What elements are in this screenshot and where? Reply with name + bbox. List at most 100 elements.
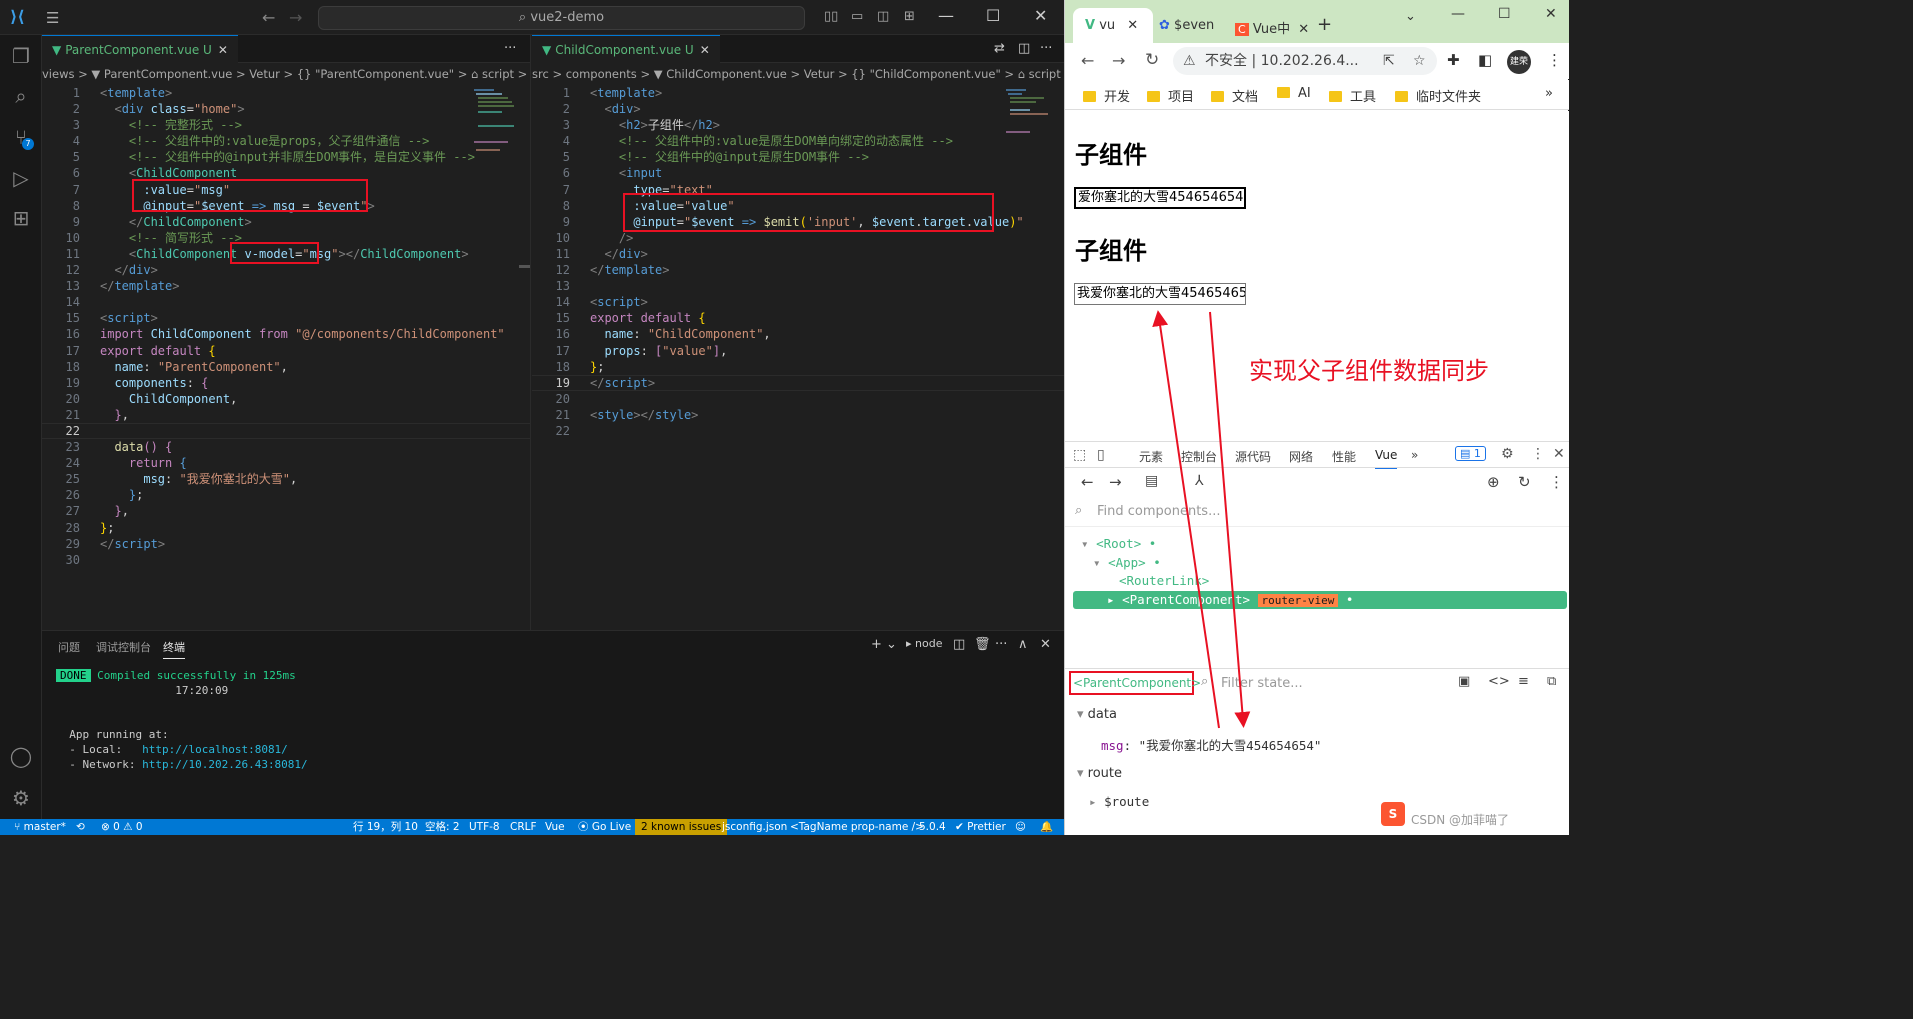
bookmark-folder[interactable]: 工具 [1329, 86, 1376, 105]
close-tab-icon[interactable]: ✕ [1298, 22, 1309, 37]
bookmark-folder[interactable]: AI [1277, 86, 1311, 101]
more-actions-icon[interactable]: ··· [995, 637, 1007, 652]
browser-tab-csdn[interactable]: C Vue中 ✕ [1233, 8, 1313, 43]
tab-debug-console[interactable]: 调试控制台 [96, 639, 151, 655]
code-line[interactable]: 19 components: { [42, 375, 530, 391]
code-line[interactable]: 22 [532, 423, 1064, 439]
forward-arrow-icon[interactable]: → [289, 8, 302, 27]
tab-problems[interactable]: 问题 [58, 639, 80, 655]
code-line[interactable]: 24 return { [42, 455, 530, 471]
new-tab-button[interactable]: + [1317, 14, 1332, 35]
code-line[interactable]: 15 export default { [532, 310, 1064, 326]
tab-console[interactable]: 控制台 [1181, 448, 1217, 465]
code-line[interactable]: 23 data() { [42, 439, 530, 455]
code-line[interactable]: 16 name: "ChildComponent", [532, 326, 1064, 342]
more-bookmarks-icon[interactable]: » [1545, 86, 1553, 101]
language-status[interactable]: Vue [545, 819, 565, 835]
code-line[interactable]: 12 </template> [532, 262, 1064, 278]
more-options-icon[interactable]: ⋮ [1549, 473, 1564, 491]
cursor-position[interactable]: 行 19，列 10 [353, 819, 418, 835]
browser-tab-event[interactable]: ✿ $even [1157, 8, 1231, 43]
bookmark-star-icon[interactable]: ☆ [1413, 47, 1426, 75]
tree-node-parent-selected[interactable]: ▸ <ParentComponent> router-view • [1073, 591, 1567, 609]
minimap[interactable] [470, 85, 518, 205]
extensions-icon[interactable]: ⊞ [8, 205, 34, 231]
code-icon[interactable]: <> [1488, 674, 1510, 689]
minimize-icon[interactable]: — [938, 6, 954, 25]
close-window-icon[interactable]: ✕ [1034, 6, 1047, 25]
refresh-icon[interactable]: ↻ [1518, 473, 1531, 491]
code-line[interactable]: 30 [42, 552, 530, 568]
forward-arrow-icon[interactable]: → [1112, 51, 1125, 70]
chrome-menu-icon[interactable]: ⋮ [1547, 51, 1562, 69]
code-line[interactable]: 3 <h2>子组件</h2> [532, 117, 1064, 133]
target-icon[interactable]: ⊕ [1487, 473, 1500, 491]
run-debug-icon[interactable]: ▷ [8, 165, 34, 191]
network-url-link[interactable]: http://10.202.26.43:8081/ [142, 758, 308, 771]
close-tab-icon[interactable]: ✕ [1127, 18, 1138, 33]
messages-badge[interactable]: ▤ 1 [1455, 446, 1486, 461]
code-line[interactable]: 1 <template> [42, 85, 530, 101]
close-panel-icon[interactable]: ✕ [1040, 637, 1051, 652]
address-bar[interactable]: ⚠ 不安全 | 10.202.26.4... ⇱ ☆ [1173, 47, 1437, 75]
device-toolbar-icon[interactable]: ▯ [1097, 447, 1105, 463]
profile-avatar[interactable]: 建荣 [1507, 50, 1531, 74]
maximize-icon[interactable]: ☐ [986, 6, 1000, 25]
editor-child-component[interactable]: ▼ ChildComponent.vue U ✕ ⇄ ◫ ··· src > com… [532, 35, 1064, 630]
close-devtools-icon[interactable]: ✕ [1553, 446, 1565, 462]
code-line[interactable]: 16 import ChildComponent from "@/componen… [42, 326, 530, 342]
child-text-input[interactable]: 我爱你塞北的大雪45465465 [1074, 283, 1246, 305]
code-line[interactable]: 4 <!-- 父组件中的:value是原生DOM单向绑定的动态属性 --> [532, 133, 1064, 149]
tagname-status[interactable]: <TagName prop-name /> [790, 819, 924, 835]
code-line[interactable]: 2 <div class="home"> [42, 101, 530, 117]
code-area[interactable]: 1 <template> 2 <div> 3 <h2>子组件</h2> 4 <!-- 父… [532, 85, 1064, 439]
eol-status[interactable]: CRLF [510, 819, 537, 835]
open-in-editor-icon[interactable]: ⧉ [1547, 674, 1556, 689]
child-text-input[interactable]: 爱你塞北的大雪454654654 [1074, 187, 1246, 209]
tab-sources[interactable]: 源代码 [1235, 448, 1271, 465]
tree-node-app[interactable]: ▾ <App> • [1093, 555, 1161, 570]
more-options-icon[interactable]: ⋮ [1531, 446, 1545, 462]
breadcrumb[interactable]: src > components > ▼ ChildComponent.vue … [532, 63, 1064, 85]
code-line[interactable]: 9 </ChildComponent> [42, 214, 530, 230]
code-line[interactable]: 13 </template> [42, 278, 530, 294]
find-components-input[interactable]: Find components... [1097, 504, 1220, 519]
minimize-icon[interactable]: — [1451, 6, 1465, 22]
more-actions-icon[interactable]: ··· [1040, 41, 1052, 56]
trash-icon[interactable]: 🗑 [974, 637, 991, 652]
bookmark-folder[interactable]: 开发 [1083, 86, 1130, 105]
minimap[interactable] [1002, 85, 1050, 205]
explorer-icon[interactable]: ❐ [8, 43, 34, 69]
code-line[interactable]: 25 msg: "我爱你塞北的大雪", [42, 471, 530, 487]
code-line[interactable]: 27 }, [42, 503, 530, 519]
code-line[interactable]: 22 [42, 422, 530, 439]
close-tab-icon[interactable]: ✕ [700, 43, 710, 57]
code-line[interactable]: 3 <!-- 完整形式 --> [42, 117, 530, 133]
tree-node-root[interactable]: ▾ <Root> • [1081, 536, 1156, 551]
list-icon[interactable]: ≡ [1518, 674, 1529, 689]
code-line[interactable]: 10 /> [532, 230, 1064, 246]
split-terminal-icon[interactable]: ◫ [953, 637, 965, 652]
side-panel-icon[interactable]: ◧ [1478, 51, 1492, 69]
code-line[interactable]: 5 <!-- 父组件中的@input是原生DOM事件 --> [532, 149, 1064, 165]
more-tabs-icon[interactable]: » [1411, 448, 1418, 462]
maximize-icon[interactable]: ☐ [1498, 6, 1511, 22]
local-url-link[interactable]: http://localhost:8081/ [142, 743, 288, 756]
menu-icon[interactable]: ☰ [46, 9, 59, 27]
filter-state-input[interactable]: Filter state... [1221, 676, 1303, 691]
code-line[interactable]: 14 [42, 294, 530, 310]
code-line[interactable]: 14 <script> [532, 294, 1064, 310]
toggle-sidebar-icon[interactable]: ▯▯ [824, 9, 838, 24]
bookmark-folder[interactable]: 临时文件夹 [1395, 86, 1481, 105]
reload-icon[interactable]: ↻ [1145, 50, 1159, 70]
indent-status[interactable]: 空格: 2 [425, 819, 460, 835]
component-tree-icon[interactable]: ⅄ [1195, 473, 1204, 489]
code-line[interactable]: 19 </script> [532, 374, 1064, 391]
tab-terminal[interactable]: 终端 [163, 639, 185, 659]
editor-parent-component[interactable]: ▼ ParentComponent.vue U ✕ ··· views > ▼ Pa… [42, 35, 531, 630]
code-line[interactable]: 20 [532, 391, 1064, 407]
search-icon[interactable]: ⌕ [8, 83, 34, 109]
back-arrow-icon[interactable]: ← [1081, 473, 1094, 491]
feedback-icon[interactable]: ☺ [1015, 819, 1026, 835]
extensions-puzzle-icon[interactable]: ✚ [1447, 51, 1460, 69]
